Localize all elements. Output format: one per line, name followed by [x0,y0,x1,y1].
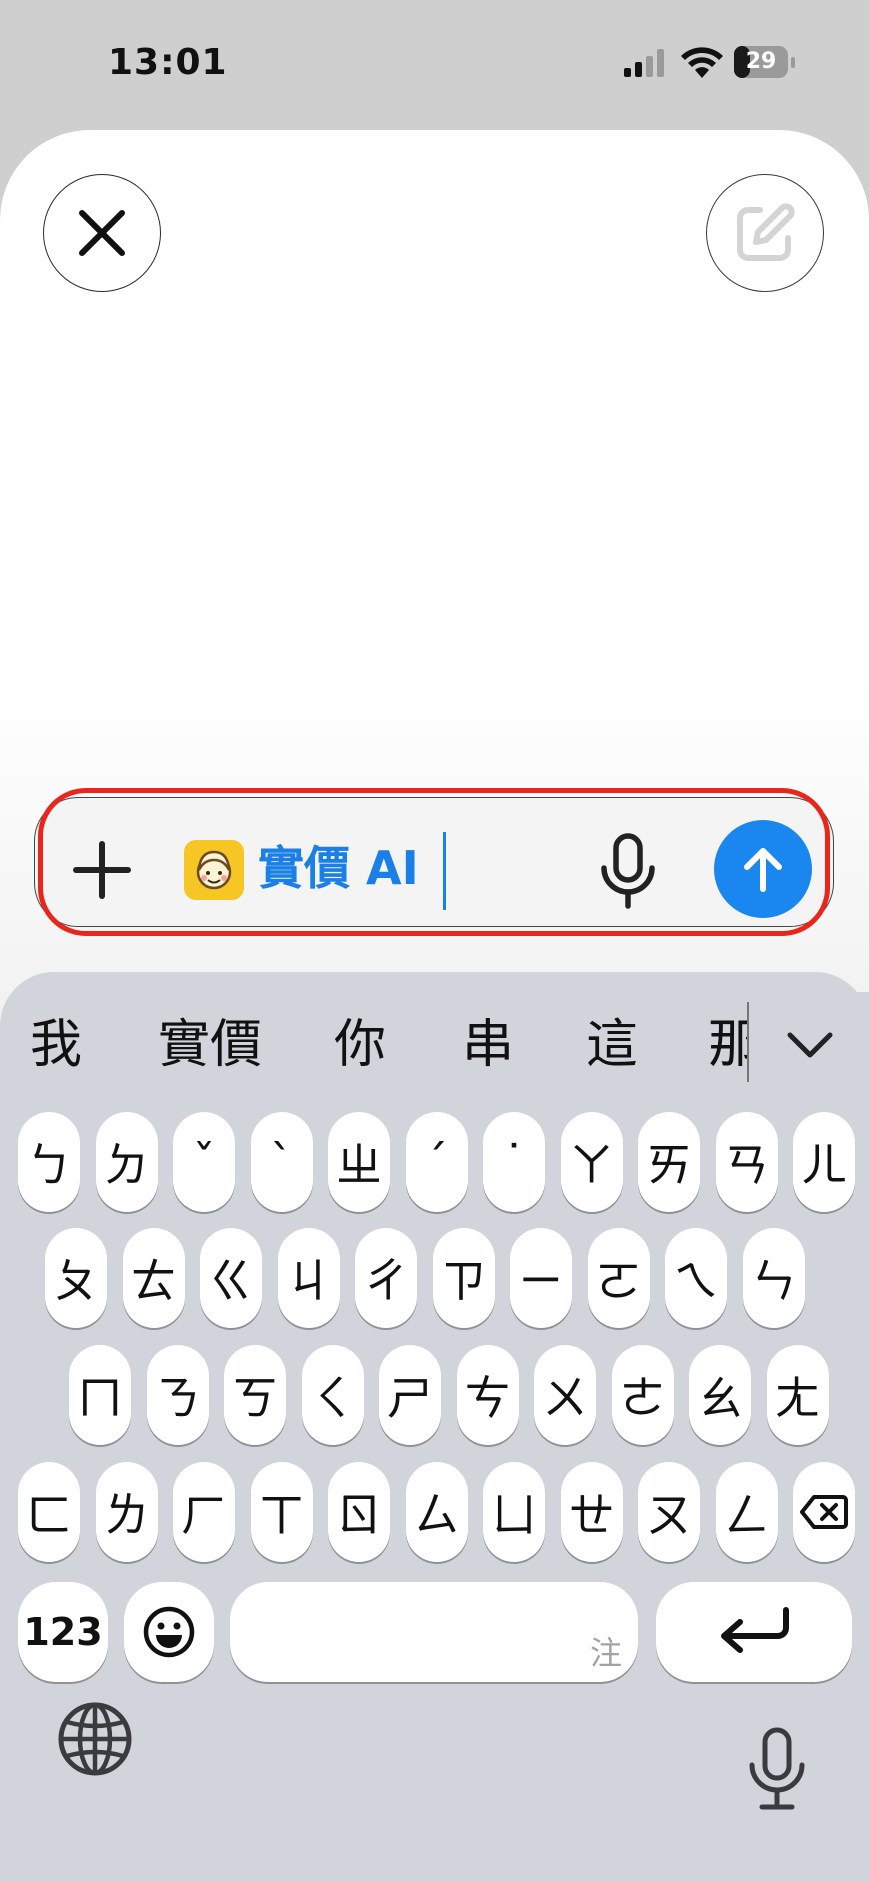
keyboard-key[interactable]: ㄅ [18,1112,80,1212]
keyboard-key[interactable]: ㄣ [742,1228,805,1328]
keyboard-key[interactable]: ㄐ [277,1228,340,1328]
keyboard-key[interactable]: ㄔ [355,1228,417,1328]
keyboard-key[interactable]: ㄢ [715,1112,778,1212]
candidate-bar: 我 實價 你 串 這 那 [0,972,869,1120]
keyboard-key[interactable]: ㄘ [456,1345,519,1445]
keyboard-key[interactable]: ˙ [483,1112,545,1212]
keyboard-key[interactable]: ㄒ [250,1462,313,1562]
return-arrow-icon [721,1607,789,1653]
keyboard-key[interactable]: ㄆ [45,1228,107,1328]
keyboard-key[interactable]: ˋ [250,1112,313,1212]
face-emoji-icon [184,840,244,900]
keyboard-key[interactable]: ㄞ [638,1112,700,1212]
keyboard-key[interactable]: ㄤ [766,1345,829,1445]
keyboard-key[interactable]: ㄠ [689,1345,751,1445]
candidate-item[interactable]: 實價 [158,1014,262,1076]
keyboard-key[interactable]: ㄑ [301,1345,364,1445]
keyboard-key[interactable]: ㄊ [122,1228,185,1328]
cellular-signal-icon [624,49,664,77]
space-key[interactable]: 注 [230,1582,638,1682]
keyboard-key[interactable]: ㄈ [18,1462,80,1562]
keyboard-key[interactable]: ㄏ [173,1462,235,1562]
keyboard-key[interactable]: ㄙ [405,1462,468,1562]
keyboard-key[interactable]: ㄋ [146,1345,209,1445]
battery-icon: 29 [734,46,796,80]
wifi-icon [681,47,723,78]
keyboard-key[interactable]: ㄓ [328,1112,390,1212]
keyboard-key[interactable]: ㄇ [69,1345,131,1445]
microphone-icon[interactable] [596,832,660,912]
new-chat-button[interactable] [706,174,824,292]
keyboard-key[interactable]: ㄛ [587,1228,650,1328]
keyboard-key[interactable]: ㄉ [95,1112,158,1212]
candidate-item[interactable]: 我 [30,1014,82,1076]
battery-level: 29 [745,49,777,74]
status-bar: 13:01 29 [0,0,869,130]
keyboard-key[interactable]: ˇ [173,1112,235,1212]
keyboard-key[interactable]: ㄧ [510,1228,572,1328]
candidate-item[interactable]: 你 [334,1014,386,1076]
space-key-hint: 注 [589,1634,622,1672]
keyboard-key[interactable]: ㄦ [793,1112,855,1212]
keyboard-key[interactable]: ㄩ [483,1462,545,1562]
keyboard-key[interactable]: ㄕ [379,1345,441,1445]
status-time: 13:01 [108,42,228,83]
keyboard-key[interactable]: ㄝ [560,1462,623,1562]
plus-icon[interactable] [70,838,134,902]
candidate-item[interactable]: 串 [462,1014,514,1076]
keyboard-key[interactable]: ㄥ [715,1462,778,1562]
emoji-key[interactable] [124,1582,214,1682]
return-key[interactable] [656,1582,852,1682]
keyboard-key[interactable]: ㄗ [432,1228,495,1328]
keyboard-key[interactable]: ㄚ [560,1112,623,1212]
compose-icon [737,203,795,261]
keyboard-key[interactable]: ㄎ [224,1345,286,1445]
keyboard-key[interactable]: ˊ [405,1112,468,1212]
highlight-outline [38,788,830,936]
candidate-divider [747,1002,749,1082]
keyboard-key[interactable]: ㄌ [95,1462,158,1562]
keyboard-key[interactable]: ㄖ [328,1462,390,1562]
keyboard-key[interactable]: ㄟ [665,1228,727,1328]
candidate-item[interactable]: 這 [586,1014,638,1076]
text-cursor [443,832,446,910]
keyboard-key[interactable]: ㄨ [534,1345,596,1445]
keyboard-key[interactable]: ㄡ [638,1462,700,1562]
keyboard-key[interactable]: ㄜ [611,1345,674,1445]
smiley-icon [143,1606,195,1658]
dictation-mic-icon[interactable] [746,1727,808,1811]
chevron-down-icon[interactable] [782,1017,838,1073]
keyboard-key[interactable]: ㄍ [200,1228,262,1328]
globe-icon[interactable] [56,1700,134,1778]
numbers-key[interactable]: 123 [18,1582,108,1682]
send-button[interactable] [714,820,812,918]
arrow-up-icon [744,848,782,892]
mention-chip-label[interactable]: 實價 AI [258,838,419,898]
backspace-key[interactable] [793,1462,855,1562]
backspace-icon [800,1495,848,1529]
close-button[interactable] [43,174,161,292]
close-icon [79,210,125,256]
